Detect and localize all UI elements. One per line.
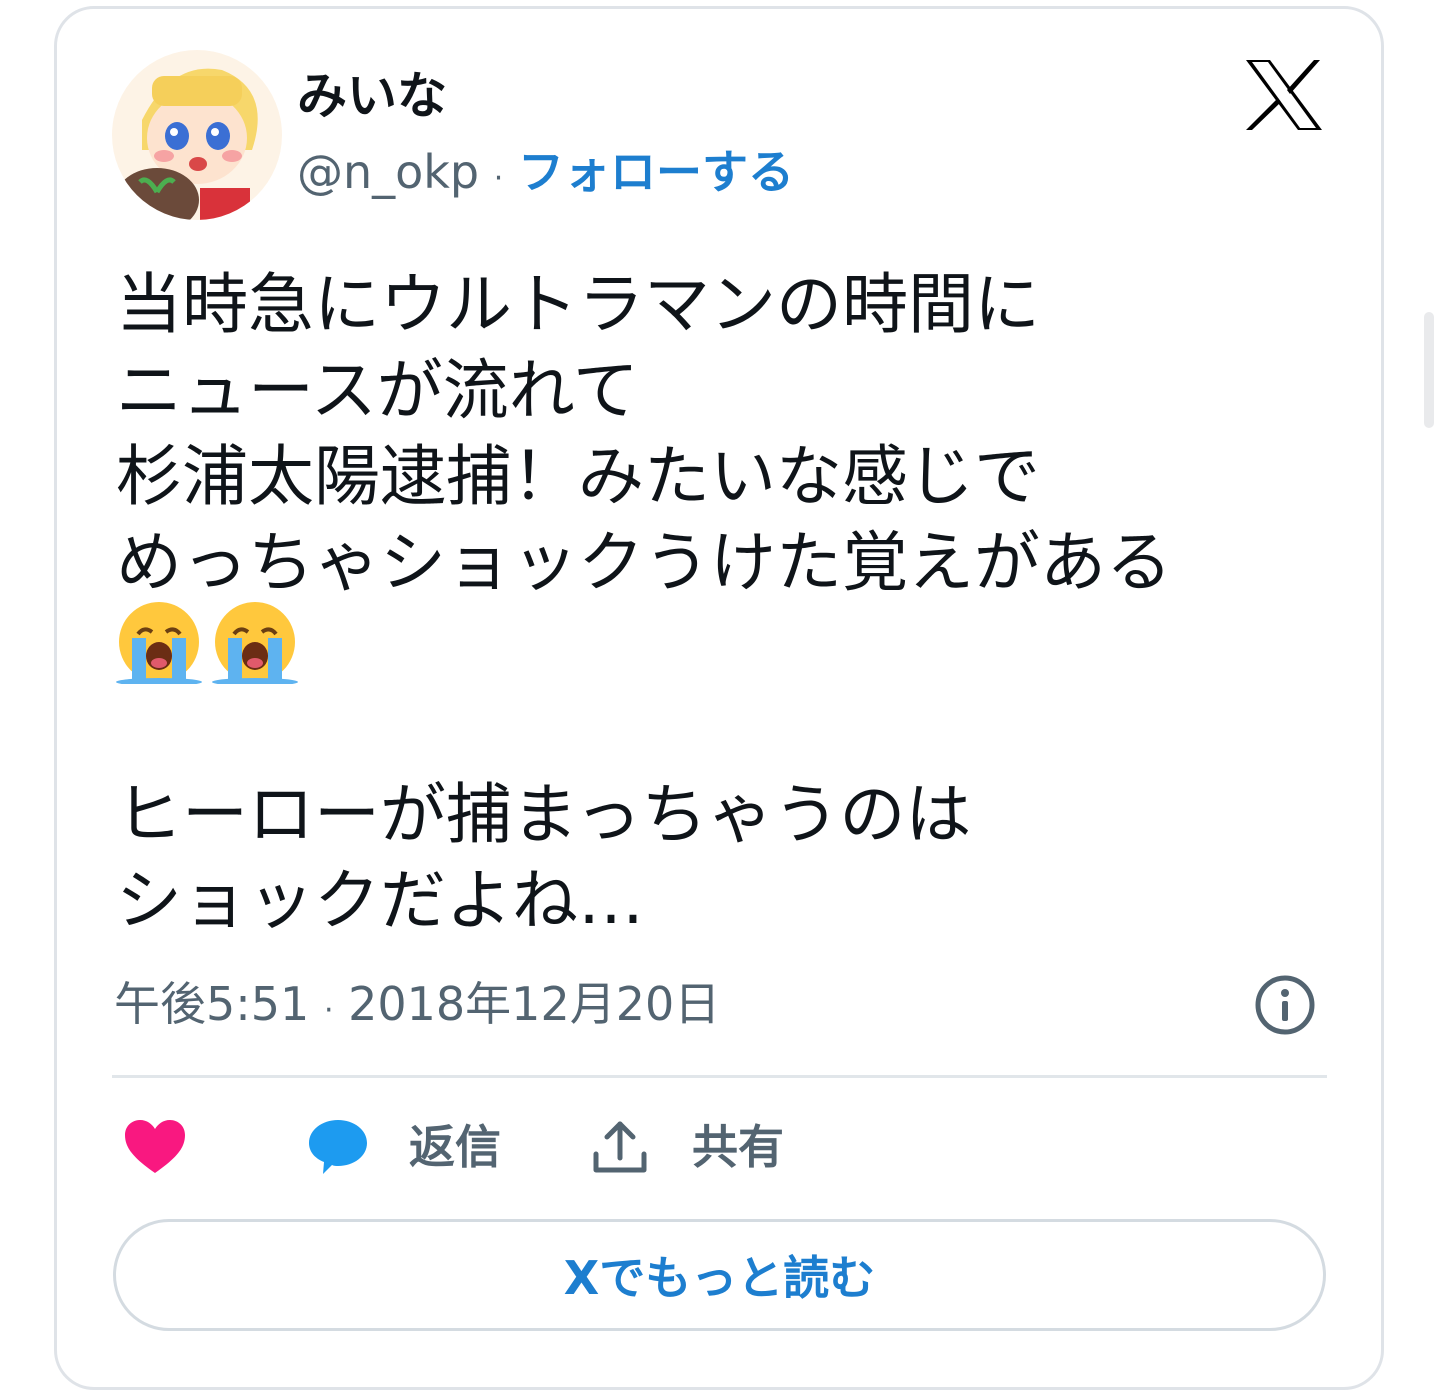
crying-face-emoji <box>116 602 202 684</box>
crying-face-emoji <box>212 602 298 684</box>
tweet-date: 2018年12月20日 <box>348 977 721 1031</box>
share-upload-icon <box>593 1121 647 1173</box>
like-button[interactable] <box>122 1112 188 1182</box>
display-name[interactable]: みいな <box>297 64 447 128</box>
handle-separator: · <box>493 161 504 196</box>
heart-icon <box>125 1120 185 1173</box>
share-label: 共有 <box>692 1120 784 1174</box>
avatar[interactable] <box>112 50 282 220</box>
divider <box>112 1075 1327 1078</box>
speech-bubble-icon <box>309 1120 367 1174</box>
reply-button[interactable]: 返信 <box>305 1112 501 1182</box>
read-more-on-x-button[interactable]: Xでもっと読む <box>113 1219 1326 1331</box>
tweet-time: 午後5:51 <box>114 977 310 1031</box>
tweet-timestamp[interactable]: 午後5:51 · 2018年12月20日 <box>114 972 720 1043</box>
follow-button[interactable]: フォローする <box>518 145 794 199</box>
avatar-illustration <box>112 50 282 220</box>
read-more-label: Xでもっと読む <box>563 1251 876 1305</box>
tweet-embed-card <box>54 6 1384 1390</box>
reply-label: 返信 <box>409 1120 501 1174</box>
timestamp-separator: · <box>323 993 334 1028</box>
tweet-text-part2: ヒーローが捕まっちゃうのは ショックだよね… <box>116 776 972 939</box>
info-icon[interactable] <box>1254 974 1316 1036</box>
tweet-text-part1: 当時急にウルトラマンの時間に ニュースが流れて 杉浦太陽逮捕！みたいな感じで め… <box>116 266 1172 601</box>
share-button[interactable]: 共有 <box>590 1112 784 1182</box>
scrollbar[interactable] <box>1424 312 1434 428</box>
handle-row: @n_okp · フォローする <box>297 142 794 209</box>
user-handle[interactable]: @n_okp <box>297 145 479 199</box>
emoji-row <box>116 600 298 684</box>
x-logo-icon[interactable] <box>1244 58 1324 132</box>
